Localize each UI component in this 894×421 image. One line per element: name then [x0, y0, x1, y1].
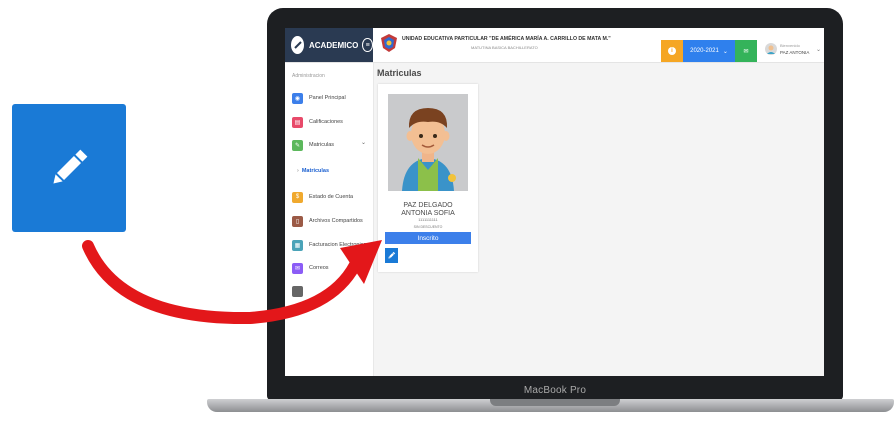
app-screen: ACADEMICO ≡ UNIDAD EDUCATIVA PARTICULAR …: [285, 28, 824, 376]
logo-icon: [291, 36, 304, 54]
top-header: ACADEMICO ≡ UNIDAD EDUCATIVA PARTICULAR …: [285, 28, 824, 63]
brand-name: ACADEMICO: [309, 40, 359, 50]
brand-bar: ACADEMICO ≡: [285, 28, 373, 62]
sidebar-item-label: Archivos Compartidos: [309, 218, 363, 224]
chevron-down-icon: ⌄: [361, 140, 367, 146]
edit-button[interactable]: [385, 248, 398, 263]
student-card: PAZ DELGADO ANTONIA SOFIA 1111111111 SIN…: [378, 84, 478, 272]
mail-icon: ✉: [743, 48, 749, 55]
sidebar-item-estado-de-cuenta[interactable]: $ Estado de Cuenta: [292, 190, 353, 204]
info-icon: i: [668, 47, 676, 55]
sidebar-item-label: Correos: [309, 265, 329, 271]
avatar: [765, 43, 777, 55]
menu-toggle-button[interactable]: ≡: [362, 38, 373, 52]
period-selector[interactable]: 2020-2021 ⌄: [683, 40, 735, 62]
laptop-label: MacBook Pro: [523, 385, 587, 396]
chevron-right-icon: ›: [297, 168, 299, 174]
info-button[interactable]: i: [661, 40, 683, 62]
school-name: UNIDAD EDUCATIVA PARTICULAR "DE AMÉRICA …: [402, 36, 611, 42]
sidebar-item-calificaciones[interactable]: ▤ Calificaciones: [292, 115, 343, 129]
sidebar-item-archivos-compartidos[interactable]: ▯ Archivos Compartidos: [292, 214, 363, 228]
sidebar-item-label: Panel Principal: [309, 95, 346, 101]
invoice-icon: ▦: [292, 239, 303, 251]
period-value: 2020-2021: [690, 48, 719, 54]
sidebar-item-label: Facturacion Electronica: [309, 242, 367, 248]
student-code: 1111111111: [418, 217, 438, 222]
pencil-icon: [53, 149, 88, 184]
school-subtitle: MATUTINA BASICA BACHILLERATO: [471, 45, 538, 50]
sidebar-item-correos[interactable]: ✉ Correos: [292, 261, 329, 275]
pencil-icon: [388, 251, 396, 259]
discount-label: SIN DESCUENTO: [413, 225, 443, 229]
user-greeting: Bienvenido: [780, 43, 800, 48]
student-photo: [388, 94, 468, 191]
user-name: PAZ ANTONIA: [780, 50, 810, 55]
eye-icon: ◉: [292, 92, 303, 104]
chevron-down-icon: ⌄: [722, 48, 728, 55]
sidebar-item-panel-principal[interactable]: ◉ Panel Principal: [292, 91, 346, 105]
student-last-name: PAZ DELGADO: [403, 202, 453, 209]
edit-icon-callout: [12, 104, 126, 232]
sidebar-item-label: Matriculas: [309, 142, 335, 148]
chevron-down-icon: ⌄: [816, 47, 822, 53]
page-title: Matriculas: [377, 68, 422, 78]
sidebar-subitem-matriculas[interactable]: › Matriculas: [297, 168, 329, 174]
sidebar-item-facturacion-electronica[interactable]: ▦ Facturacion Electronica: [292, 238, 366, 252]
file-icon: ▯: [292, 215, 303, 227]
sidebar-section-title: Administracion: [292, 73, 325, 79]
sidebar-item-label: Calificaciones: [309, 119, 343, 125]
laptop-notch: [490, 399, 620, 406]
mail-icon: ✉: [292, 262, 303, 274]
sidebar-item-matriculas[interactable]: ✎ Matriculas: [292, 138, 334, 152]
sidebar-subitem-label: Matriculas: [301, 168, 330, 174]
student-avatar-icon: [388, 94, 468, 191]
sidebar: Administracion ◉ Panel Principal ▤ Calif…: [285, 63, 374, 376]
clipboard-icon: ▤: [292, 116, 303, 128]
edit-doc-icon: ✎: [292, 139, 303, 151]
status-badge[interactable]: Inscrito: [385, 232, 471, 244]
sidebar-item-label: Estado de Cuenta: [309, 194, 354, 200]
student-name: PAZ DELGADO ANTONIA SOFIA: [378, 202, 478, 218]
sidebar-item-more[interactable]: [292, 284, 309, 298]
school-crest-icon: [381, 34, 397, 52]
mail-button[interactable]: ✉: [735, 40, 757, 62]
dollar-icon: $: [292, 191, 303, 203]
user-menu[interactable]: Bienvenido PAZ ANTONIA ⌄: [763, 41, 823, 61]
settings-icon: [292, 285, 303, 297]
